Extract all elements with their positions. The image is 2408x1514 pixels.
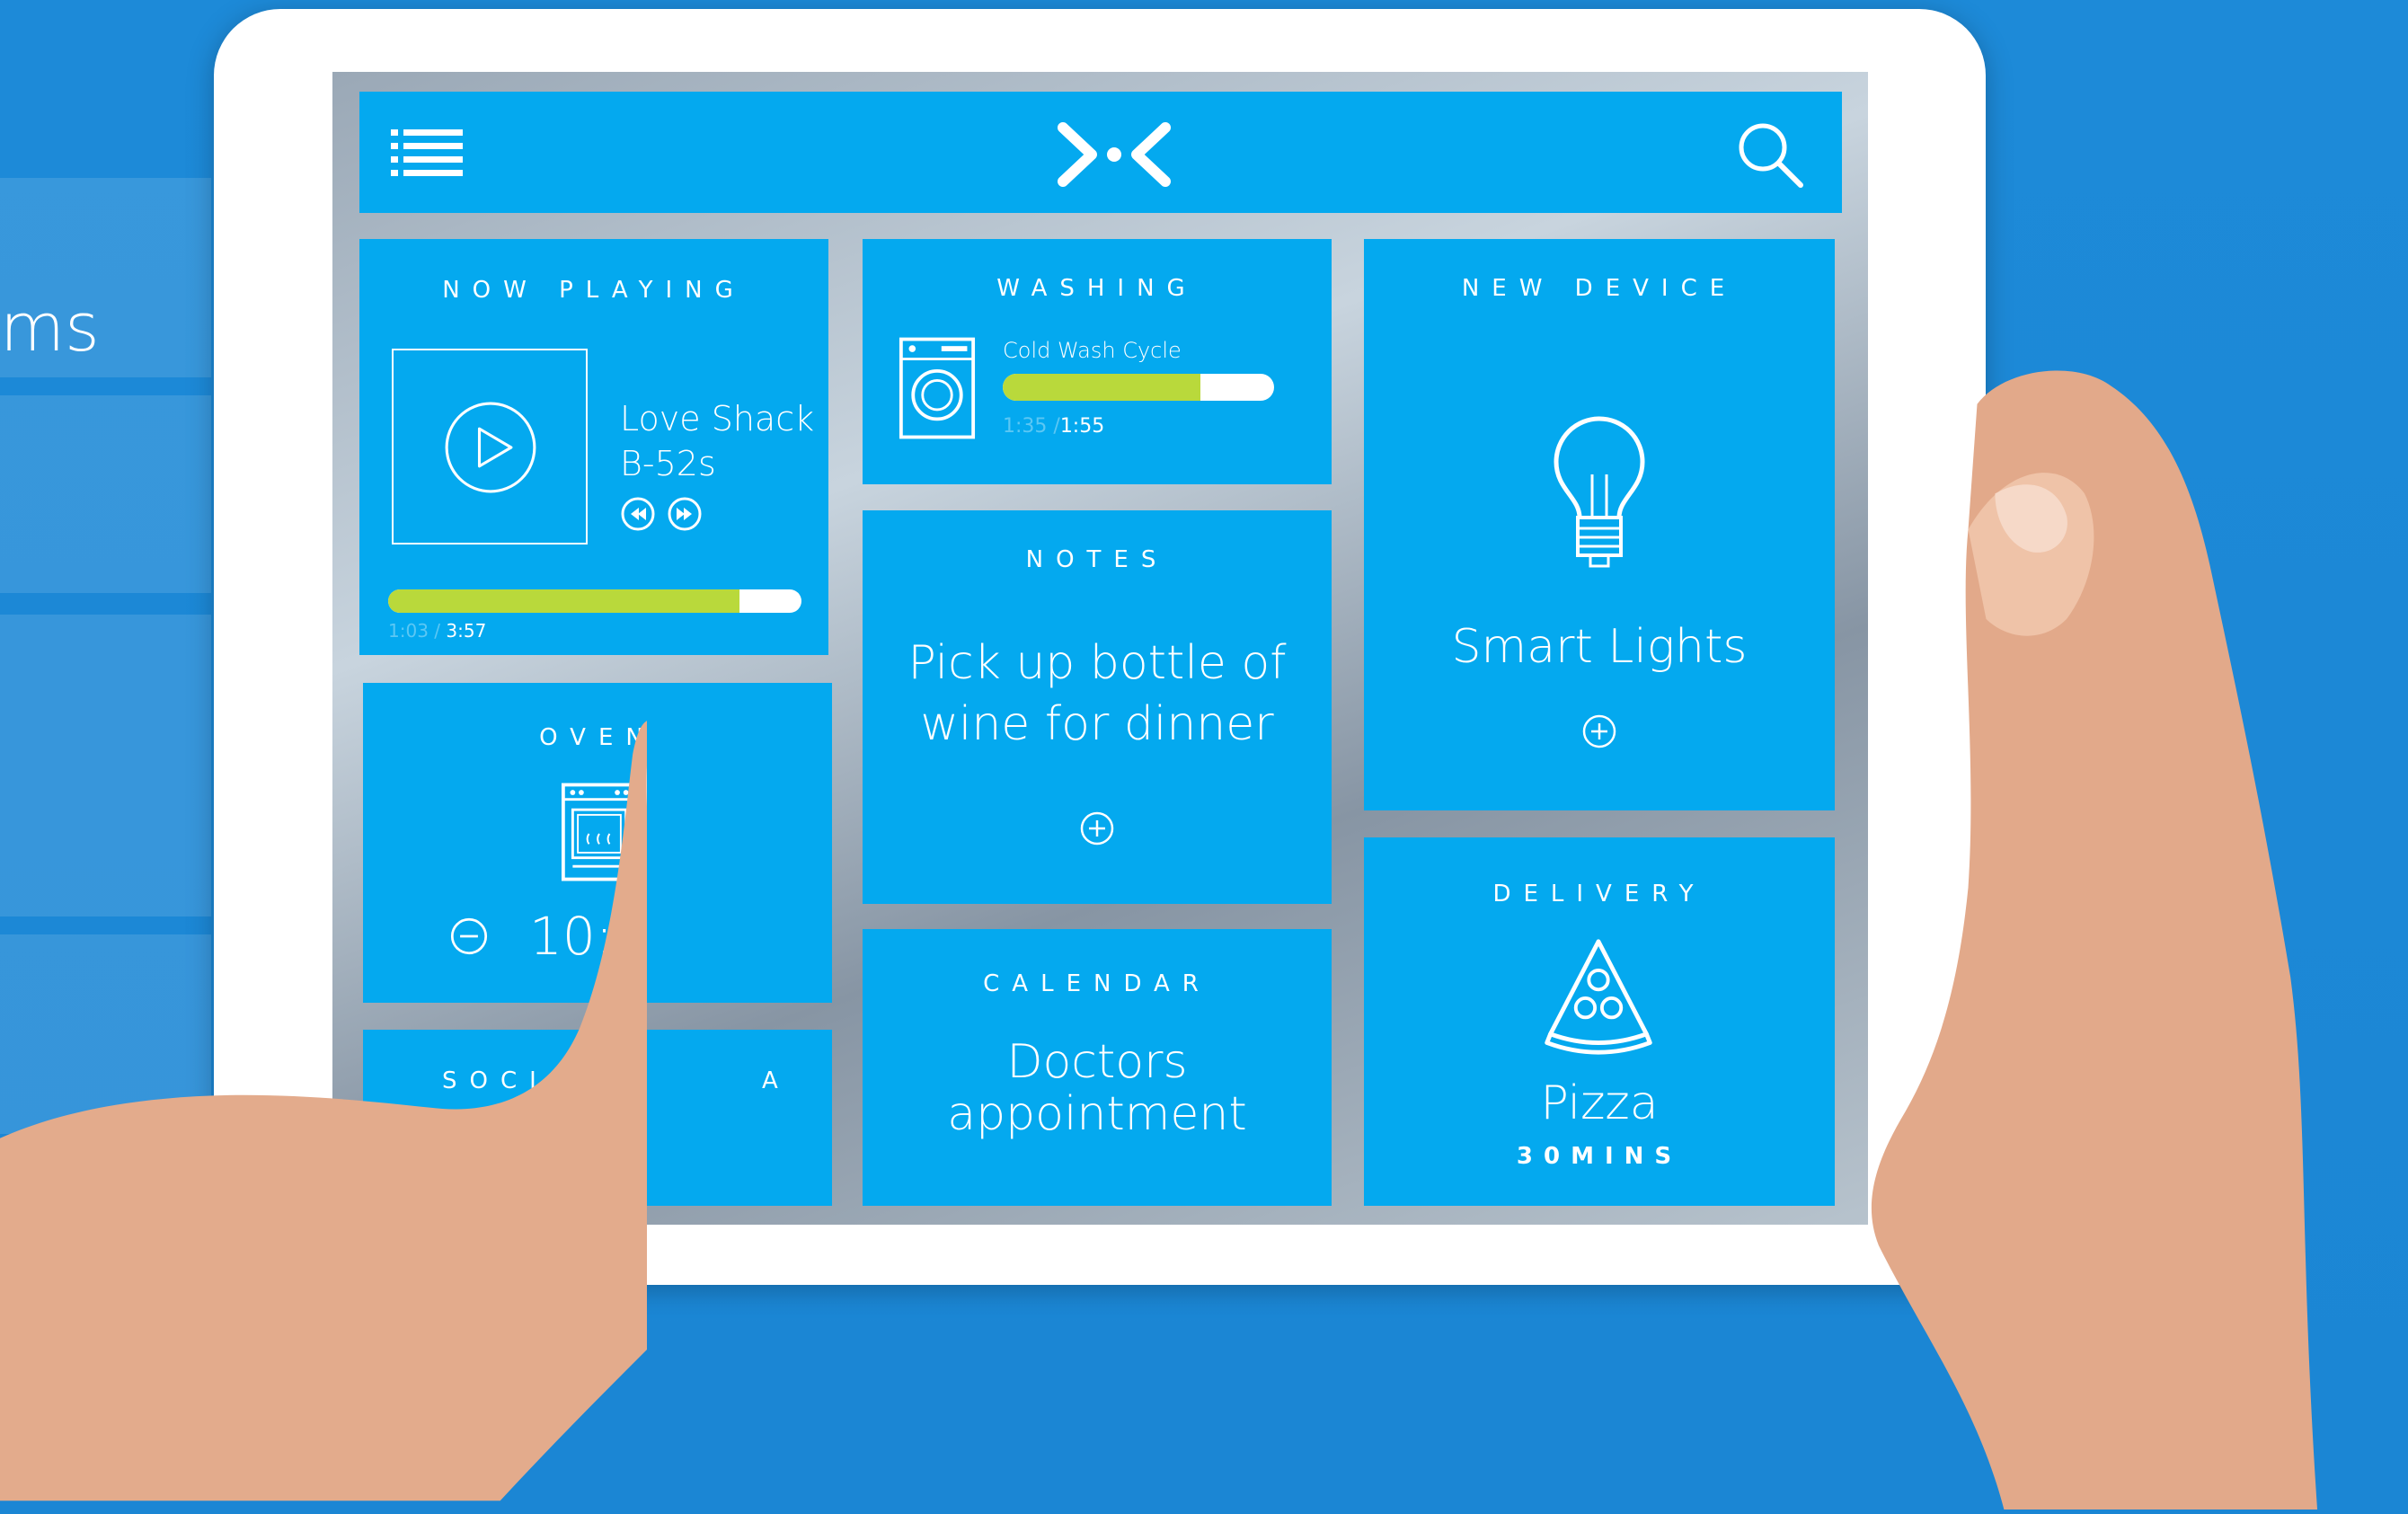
delivery-item: Pizza xyxy=(1540,1076,1659,1130)
brand-logo-icon[interactable] xyxy=(1056,119,1173,190)
list-menu-icon[interactable] xyxy=(391,129,463,176)
song-time-separator: / xyxy=(428,620,447,642)
background-panel-label: ms xyxy=(0,289,100,367)
calendar-card[interactable]: CALENDAR Doctors appointment xyxy=(863,929,1332,1206)
artist-name: B-52s xyxy=(620,444,716,483)
song-title: Love Shack xyxy=(620,399,815,438)
note-line-1: Pick up bottle of xyxy=(907,636,1287,690)
notes-title: NOTES xyxy=(1025,546,1169,573)
wash-time-separator: / xyxy=(1047,415,1060,438)
song-progress-fill xyxy=(388,589,739,613)
new-device-card[interactable]: NEW DEVICE Smart Lights xyxy=(1364,239,1835,810)
wash-progress-fill xyxy=(1003,374,1201,401)
delivery-title: DELIVERY xyxy=(1492,881,1706,908)
washing-title: WASHING xyxy=(996,275,1198,302)
calendar-event-line-2: appointment xyxy=(947,1087,1247,1141)
wash-elapsed: 1:35 xyxy=(1003,415,1048,438)
calendar-event-line-1: Doctors xyxy=(1006,1035,1188,1089)
now-playing-title: NOW PLAYING xyxy=(442,277,746,304)
next-track-icon[interactable] xyxy=(667,496,703,532)
new-device-title: NEW DEVICE xyxy=(1461,275,1738,302)
wash-time: 1:35 /1:55 xyxy=(1003,415,1104,438)
right-hand-image xyxy=(1871,370,2318,1510)
note-line-2: wine for dinner xyxy=(920,697,1274,751)
left-hand-image xyxy=(0,721,647,1501)
washing-machine-icon xyxy=(899,337,976,439)
social-title-right: A xyxy=(762,1067,791,1094)
wash-cycle-label: Cold Wash Cycle xyxy=(1003,338,1182,363)
song-duration: 3:57 xyxy=(446,620,487,642)
song-time: 1:03 / 3:57 xyxy=(388,620,486,642)
song-elapsed: 1:03 xyxy=(388,620,429,642)
play-icon[interactable] xyxy=(444,401,537,494)
add-device-plus-icon[interactable] xyxy=(1581,713,1617,749)
song-progress-bar[interactable] xyxy=(388,589,801,613)
device-name: Smart Lights xyxy=(1451,620,1748,674)
notes-card[interactable]: NOTES Pick up bottle of wine for dinner xyxy=(863,510,1332,904)
app-header xyxy=(359,92,1842,213)
wash-progress-bar[interactable] xyxy=(1003,374,1274,401)
light-bulb-icon xyxy=(1554,416,1645,568)
calendar-title: CALENDAR xyxy=(983,970,1211,997)
wash-duration: 1:55 xyxy=(1059,415,1105,438)
add-note-plus-icon[interactable] xyxy=(1079,810,1115,846)
album-art[interactable] xyxy=(392,349,588,545)
background-panel-2 xyxy=(0,395,211,593)
now-playing-card[interactable]: NOW PLAYING Love Shack B-52s 1:03 / 3:57 xyxy=(359,239,828,655)
pizza-icon xyxy=(1545,939,1652,1055)
previous-track-icon[interactable] xyxy=(620,496,656,532)
washing-card[interactable]: WASHING Cold Wash Cycle 1:35 /1:55 xyxy=(863,239,1332,484)
delivery-eta: 30MINS xyxy=(1516,1143,1683,1170)
delivery-card[interactable]: DELIVERY Pizza 30MINS xyxy=(1364,837,1835,1206)
search-icon[interactable] xyxy=(1734,119,1806,190)
